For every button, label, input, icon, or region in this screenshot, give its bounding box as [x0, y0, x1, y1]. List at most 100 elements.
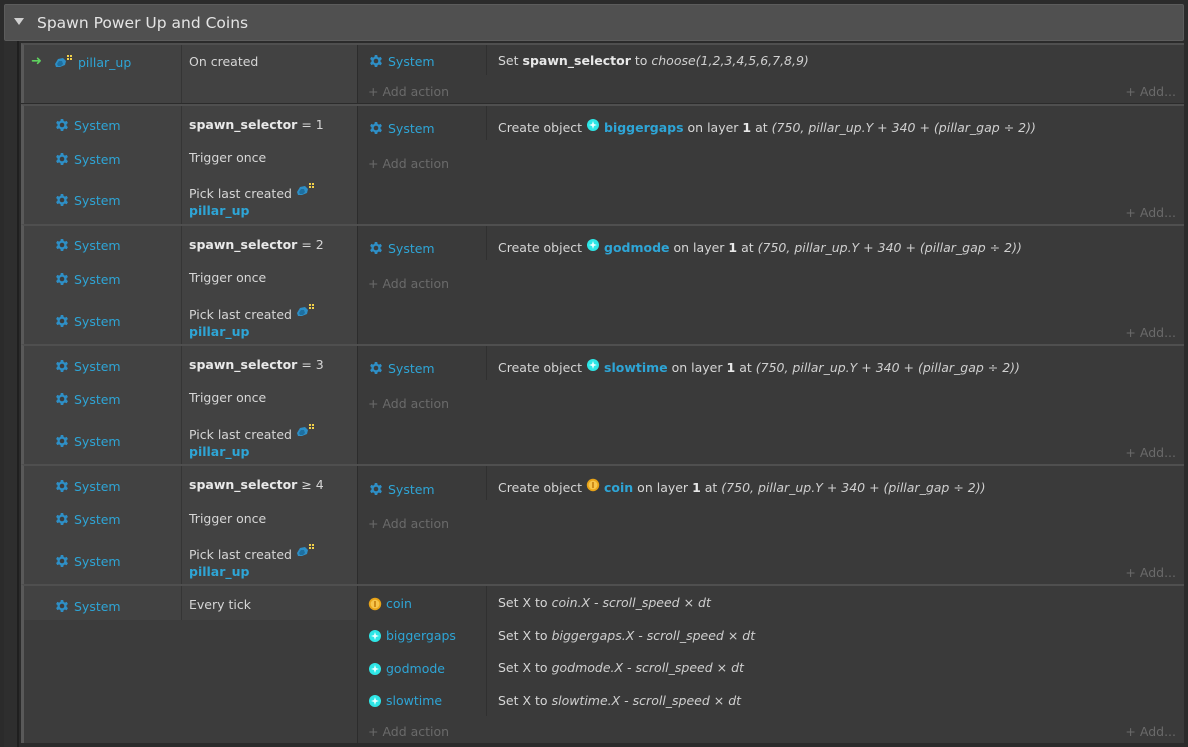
add-more-button[interactable]: + Add...: [1125, 565, 1176, 580]
condition-object[interactable]: System: [54, 511, 121, 527]
condition-trigger-once[interactable]: Trigger once: [189, 269, 266, 286]
object-name: System: [74, 117, 121, 133]
action-text[interactable]: Set X to coin.X - scroll_speed × dt: [498, 595, 711, 610]
condition-pick-last[interactable]: Pick last created pillar_up: [189, 303, 316, 340]
condition-object[interactable]: System: [54, 192, 121, 208]
add-action-button[interactable]: + Add action: [368, 84, 449, 99]
condition-object[interactable]: System: [54, 271, 121, 287]
add-more-button[interactable]: + Add...: [1125, 724, 1176, 739]
action-text[interactable]: Set X to godmode.X - scroll_speed × dt: [498, 660, 744, 675]
action-divider: [486, 346, 487, 380]
event-block-5[interactable]: System spawn_selector ≥ 4 System Trigger…: [21, 464, 1184, 584]
condition-pick-last[interactable]: Pick last created pillar_up: [189, 543, 316, 580]
condition-object[interactable]: System: [54, 358, 121, 374]
action-text[interactable]: Create object biggergaps on layer 1 at (…: [498, 118, 1036, 135]
action-divider: [486, 466, 487, 500]
object-name: System: [74, 192, 121, 208]
actions-column[interactable]: System Create object coin on layer 1 at …: [357, 466, 1184, 584]
layer-number: 1: [692, 480, 701, 495]
condition-compare[interactable]: spawn_selector = 3: [189, 356, 324, 373]
add-action-button[interactable]: + Add action: [368, 724, 449, 739]
gear-icon: [54, 151, 70, 167]
conditions-column[interactable]: System Every tick: [24, 586, 357, 743]
actions-column[interactable]: coin Set X to coin.X - scroll_speed × dt…: [357, 586, 1184, 743]
event-group-header[interactable]: Spawn Power Up and Coins: [4, 4, 1184, 41]
add-action-button[interactable]: + Add action: [368, 396, 449, 411]
action-object-system[interactable]: System: [368, 53, 435, 69]
object-ref: slowtime: [604, 360, 668, 375]
condition-object[interactable]: pillar_up: [54, 54, 131, 70]
actions-column[interactable]: System Create object biggergaps on layer…: [357, 106, 1184, 224]
add-more-button[interactable]: + Add...: [1125, 205, 1176, 220]
add-more-button[interactable]: + Add...: [1125, 325, 1176, 340]
position-expression: (750, pillar_up.Y + 340 + (pillar_gap ÷ …: [757, 240, 1022, 255]
action-text[interactable]: Create object godmode on layer 1 at (750…: [498, 238, 1022, 255]
condition-trigger-once[interactable]: Trigger once: [189, 149, 266, 166]
add-more-button[interactable]: + Add...: [1125, 84, 1176, 99]
conditions-column[interactable]: System spawn_selector ≥ 4 System Trigger…: [24, 466, 357, 584]
action-text[interactable]: Set spawn_selector to choose(1,2,3,4,5,6…: [498, 53, 809, 68]
conditions-column[interactable]: ➜ pillar_up On created: [24, 45, 357, 103]
action-object-system[interactable]: System: [368, 360, 435, 376]
condition-object[interactable]: System: [54, 391, 121, 407]
actions-column[interactable]: System Set spawn_selector to choose(1,2,…: [357, 45, 1184, 103]
condition-object[interactable]: System: [54, 478, 121, 494]
condition-trigger-once[interactable]: Trigger once: [189, 389, 266, 406]
object-name: System: [388, 240, 435, 256]
condition-pick-last[interactable]: Pick last created pillar_up: [189, 423, 316, 460]
actions-column[interactable]: System Create object slowtime on layer 1…: [357, 346, 1184, 464]
condition-compare[interactable]: spawn_selector = 2: [189, 236, 324, 253]
on-layer: on layer: [637, 480, 689, 495]
condition-object[interactable]: System: [54, 433, 121, 449]
add-action-button[interactable]: + Add action: [368, 276, 449, 291]
condition-object[interactable]: System: [54, 553, 121, 569]
conditions-column[interactable]: System spawn_selector = 3 System Trigger…: [24, 346, 357, 464]
condition-text[interactable]: On created: [189, 53, 258, 70]
actions-column[interactable]: System Create object godmode on layer 1 …: [357, 226, 1184, 344]
event-block-1[interactable]: ➜ pillar_up On created System Set spawn_…: [21, 43, 1184, 103]
event-block-2[interactable]: System spawn_selector = 1 System Trigger…: [21, 104, 1184, 224]
pillar-up-icon: [296, 303, 316, 319]
collapse-arrow-icon[interactable]: [14, 18, 24, 25]
group-left-rail: [4, 41, 19, 747]
action-object-biggergaps[interactable]: biggergaps: [368, 628, 456, 643]
gear-icon: [368, 481, 384, 497]
compare-op: = 3: [301, 357, 324, 372]
add-action-button[interactable]: + Add action: [368, 156, 449, 171]
condition-object[interactable]: System: [54, 117, 121, 133]
action-text[interactable]: Create object slowtime on layer 1 at (75…: [498, 358, 1020, 375]
add-action-button[interactable]: + Add action: [368, 516, 449, 531]
action-to: to: [634, 53, 648, 68]
object-name: System: [74, 391, 121, 407]
action-object-system[interactable]: System: [368, 120, 435, 136]
event-block-3[interactable]: System spawn_selector = 2 System Trigger…: [21, 224, 1184, 344]
action-text[interactable]: Set X to biggergaps.X - scroll_speed × d…: [498, 628, 755, 643]
action-object-system[interactable]: System: [368, 481, 435, 497]
add-more-button[interactable]: + Add...: [1125, 445, 1176, 460]
action-verb: Set: [498, 53, 519, 68]
action-object-system[interactable]: System: [368, 240, 435, 256]
condition-compare[interactable]: spawn_selector ≥ 4: [189, 476, 324, 493]
condition-object[interactable]: System: [54, 151, 121, 167]
condition-object[interactable]: System: [54, 237, 121, 253]
condition-object[interactable]: System: [54, 313, 121, 329]
column-divider: [181, 45, 182, 103]
event-block-6[interactable]: System Every tick coin Set X to coin.X -…: [21, 584, 1184, 743]
condition-every-tick[interactable]: Every tick: [189, 596, 251, 613]
gear-icon: [54, 433, 70, 449]
condition-compare[interactable]: spawn_selector = 1: [189, 116, 324, 133]
action-object-coin[interactable]: coin: [368, 596, 412, 611]
event-block-4[interactable]: System spawn_selector = 3 System Trigger…: [21, 344, 1184, 464]
conditions-column[interactable]: System spawn_selector = 2 System Trigger…: [24, 226, 357, 344]
action-object-slowtime[interactable]: slowtime: [368, 693, 442, 708]
action-verb: Create object: [498, 480, 583, 495]
action-object-godmode[interactable]: godmode: [368, 661, 445, 676]
gear-icon: [54, 478, 70, 494]
condition-object[interactable]: System: [54, 598, 121, 614]
gear-icon: [54, 271, 70, 287]
condition-trigger-once[interactable]: Trigger once: [189, 510, 266, 527]
condition-pick-last[interactable]: Pick last created pillar_up: [189, 182, 316, 219]
action-text[interactable]: Set X to slowtime.X - scroll_speed × dt: [498, 693, 741, 708]
conditions-column[interactable]: System spawn_selector = 1 System Trigger…: [24, 106, 357, 224]
action-text[interactable]: Create object coin on layer 1 at (750, p…: [498, 478, 985, 495]
